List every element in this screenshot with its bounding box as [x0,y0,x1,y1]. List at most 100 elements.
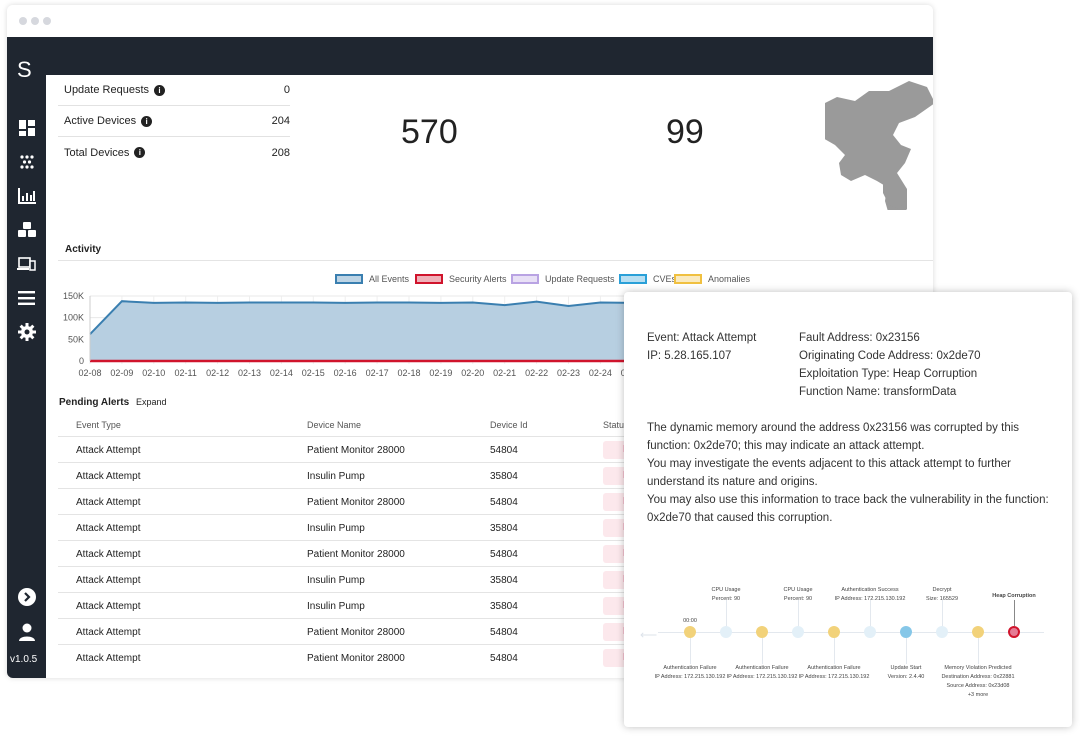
timeline-label-line: Memory Violation Predicted [944,665,1012,671]
timeline-node[interactable] [720,626,732,638]
alert-detail-popup: Event: Attack Attempt IP: 5.28.165.107 F… [624,292,1072,727]
timeline-node[interactable] [900,626,912,638]
timeline-label-line: IP Address: 172.215.130.192 [654,674,726,680]
device-id-cell: 54804 [490,653,518,664]
timeline-label: Authentication Failure IP Address: 172.21… [655,664,726,682]
window-dot [31,17,39,25]
device-name-cell: Insulin Pump [307,575,365,586]
device-name-cell: Patient Monitor 28000 [307,549,405,560]
device-name-cell: Patient Monitor 28000 [307,497,405,508]
timeline-label-line: IP Address: 172.215.130.192 [726,674,798,680]
legend-label: Security Alerts [449,274,507,284]
x-tick-label: 02-17 [366,368,389,378]
x-tick-label: 02-15 [302,368,325,378]
user-icon[interactable] [17,622,36,641]
timeline-label-line: +3 more [967,692,989,698]
column-header[interactable]: Device Name [307,420,361,430]
gear-icon[interactable] [17,322,36,341]
legend-item[interactable]: All Events [335,274,409,284]
timeline-node[interactable] [792,626,804,638]
timeline-label-line: IP Address: 172.215.130.192 [834,596,906,602]
stat-value: 0 [283,84,290,96]
event-type-cell: Attack Attempt [76,471,141,482]
devices-icon[interactable] [17,254,36,273]
x-tick-label: 02-24 [589,368,612,378]
x-tick-label: 02-20 [461,368,484,378]
x-tick-label: 02-16 [334,368,357,378]
device-id-cell: 35804 [490,575,518,586]
timeline-label-line: Decrypt [932,587,952,593]
logo[interactable]: S [17,57,32,83]
device-name-cell: Insulin Pump [307,523,365,534]
y-tick-label: 100K [63,313,84,323]
timeline-node[interactable] [1008,626,1020,638]
device-name-cell: Insulin Pump [307,471,365,482]
menu-icon[interactable] [17,288,36,307]
arrow-left-icon[interactable]: ⟵ [640,628,657,642]
legend-item[interactable]: Security Alerts [415,274,507,284]
device-name-cell: Insulin Pump [307,601,365,612]
x-tick-label: 02-09 [110,368,133,378]
legend-item[interactable]: Update Requests [511,274,615,284]
x-tick-label: 02-21 [493,368,516,378]
column-header[interactable]: Event Type [76,420,121,430]
timeline-label: CPU Usage Percent: 90 [783,586,812,604]
timeline-node[interactable] [936,626,948,638]
divider [58,260,933,261]
column-header[interactable]: Device Id [490,420,528,430]
window-dot [19,17,27,25]
device-id-cell: 54804 [490,445,518,456]
dashboard-icon[interactable] [17,118,36,137]
device-id-cell: 54804 [490,497,518,508]
x-tick-label: 02-18 [397,368,420,378]
info-icon[interactable]: i [141,115,153,127]
x-tick-label: 02-22 [525,368,548,378]
x-tick-label: 02-12 [206,368,229,378]
top-bar [7,37,933,75]
timeline-stem [762,638,763,664]
legend-swatch [674,274,702,284]
world-map [825,81,933,210]
pending-alerts-title: Pending Alerts [59,397,130,408]
version-label: v1.0.5 [10,654,38,665]
stat-label: Total Devices [64,146,130,159]
info-icon[interactable]: i [134,147,146,158]
timeline-node[interactable] [972,626,984,638]
stat-value: 204 [271,115,290,127]
timeline-stem [834,638,835,664]
timeline-label-line: Authentication Failure [807,665,861,671]
info-icon[interactable]: i [154,84,165,96]
x-tick-label: 02-19 [429,368,452,378]
activity-title: Activity [65,244,102,255]
timeline-stem [906,638,907,664]
network-icon[interactable] [17,152,36,171]
expand-sidebar-icon[interactable] [17,587,36,606]
x-tick-label: 02-14 [270,368,293,378]
title-bar [7,5,933,37]
window-dot [43,17,51,25]
timeline-label: CPU Usage Percent: 90 [711,586,740,604]
legend-item[interactable]: Anomalies [674,274,750,284]
timeline-label-line: Authentication Failure [735,665,789,671]
timeline-label-line: CPU Usage [783,587,813,593]
event-type-cell: Attack Attempt [76,627,141,638]
timeline-label-line: Destination Address: 0x22881 [941,674,1015,680]
event-type-cell: Attack Attempt [76,601,141,612]
timeline-node[interactable] [828,626,840,638]
timeline-label-line: Source Address: 0x23d08 [946,683,1010,689]
bar-chart-icon[interactable] [17,186,36,205]
expand-link[interactable]: Expand [136,397,167,407]
timeline-label-line: IP Address: 172.215.130.192 [798,674,870,680]
legend-item[interactable]: CVEs [619,274,676,284]
timeline-label-line: Version: 2.4.40 [887,674,925,680]
timeline-node[interactable] [684,626,696,638]
timeline-node[interactable] [756,626,768,638]
timeline-label-line: Authentication Success [841,587,899,593]
timeline-stem [690,638,691,664]
timeline-node[interactable] [864,626,876,638]
event-type-cell: Attack Attempt [76,549,141,560]
stat-value: 208 [271,146,290,159]
cubes-icon[interactable] [17,220,36,239]
timeline-stem [978,638,979,664]
x-tick-label: 02-23 [557,368,580,378]
